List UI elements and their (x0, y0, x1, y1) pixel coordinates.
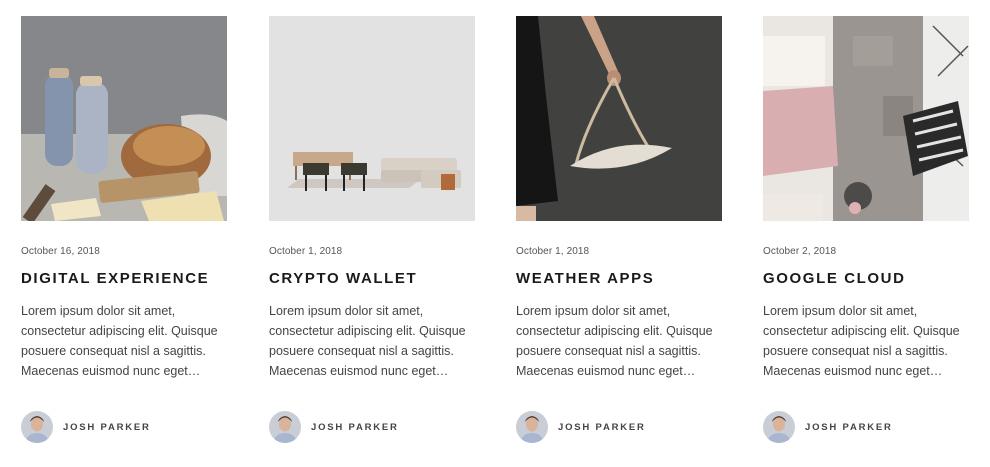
post-title[interactable]: DIGITAL EXPERIENCE (21, 270, 227, 288)
author-name: JOSH PARKER (558, 421, 646, 433)
post-author[interactable]: JOSH PARKER (763, 411, 969, 443)
post-excerpt: Lorem ipsum dolor sit amet, consectetur … (763, 304, 960, 378)
avatar-photo-icon (269, 411, 301, 443)
post-date: October 16, 2018 (21, 246, 100, 257)
avatar (763, 411, 795, 443)
post-thumbnail-bread[interactable] (21, 16, 227, 221)
author-name: JOSH PARKER (63, 421, 151, 433)
post-author[interactable]: JOSH PARKER (269, 411, 475, 443)
post-thumbnail-bedroom[interactable] (763, 16, 969, 221)
post-excerpt: Lorem ipsum dolor sit amet, consectetur … (269, 304, 466, 378)
avatar (269, 411, 301, 443)
post-author[interactable]: JOSH PARKER (516, 411, 722, 443)
author-name: JOSH PARKER (311, 421, 399, 433)
post-card: October 1, 2018 CRYPTO WALLET Lorem ipsu… (269, 16, 475, 443)
post-card: October 16, 2018 DIGITAL EXPERIENCE Lore… (21, 16, 227, 443)
author-name: JOSH PARKER (805, 421, 893, 433)
post-title[interactable]: CRYPTO WALLET (269, 270, 475, 288)
post-card: October 1, 2018 WEATHER APPS Lorem ipsum… (516, 16, 722, 443)
post-title[interactable]: GOOGLE CLOUD (763, 270, 969, 288)
post-date: October 1, 2018 (269, 246, 343, 257)
avatar-photo-icon (516, 411, 548, 443)
post-title[interactable]: WEATHER APPS (516, 270, 722, 288)
post-thumbnail-furniture[interactable] (269, 16, 475, 221)
hanging-swing-photo (516, 16, 722, 221)
avatar-photo-icon (763, 411, 795, 443)
post-date: October 1, 2018 (516, 246, 590, 257)
blog-post-grid: October 16, 2018 DIGITAL EXPERIENCE Lore… (0, 0, 990, 467)
post-date: October 2, 2018 (763, 246, 837, 257)
post-excerpt: Lorem ipsum dolor sit amet, consectetur … (516, 304, 713, 378)
post-thumbnail-swing[interactable] (516, 16, 722, 221)
post-author[interactable]: JOSH PARKER (21, 411, 227, 443)
avatar (516, 411, 548, 443)
avatar-photo-icon (21, 411, 53, 443)
bedroom-rug-photo (763, 16, 969, 221)
bread-and-bottles-photo (21, 16, 227, 221)
post-card: October 2, 2018 GOOGLE CLOUD Lorem ipsum… (763, 16, 969, 443)
avatar (21, 411, 53, 443)
post-excerpt: Lorem ipsum dolor sit amet, consectetur … (21, 304, 218, 378)
furniture-set-photo (269, 16, 475, 221)
